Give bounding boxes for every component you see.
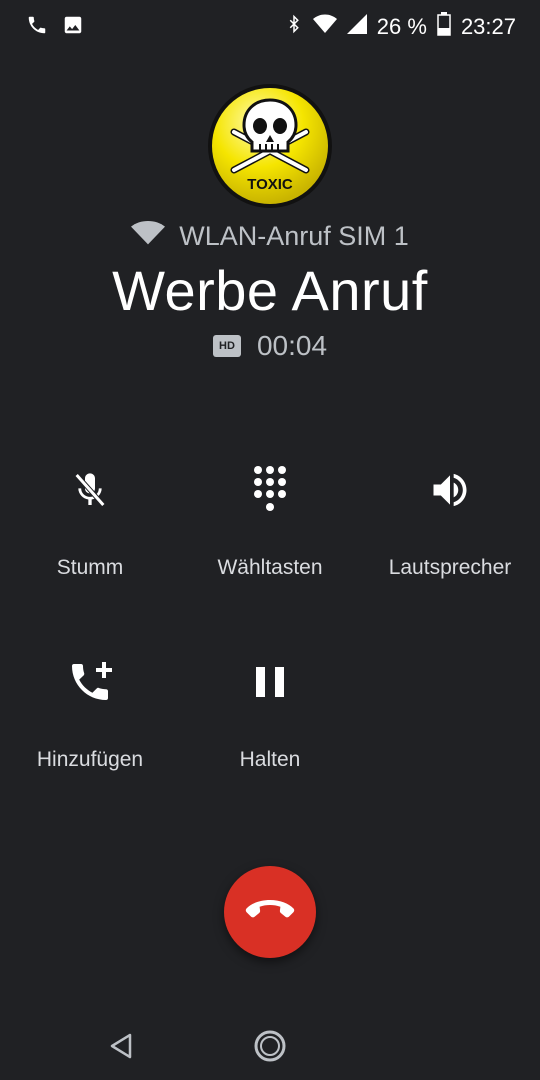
image-icon	[62, 14, 84, 41]
speaker-label: Lautsprecher	[388, 556, 512, 579]
call-network-row: WLAN-Anruf SIM 1	[0, 220, 540, 253]
avatar-label: TOXIC	[247, 176, 293, 193]
mute-label: Stumm	[56, 556, 124, 579]
home-icon[interactable]	[252, 1028, 288, 1069]
hold-label: Halten	[239, 748, 301, 771]
wifi-call-icon	[131, 220, 166, 253]
clock: 23:27	[460, 14, 516, 39]
navigation-bar	[0, 1010, 540, 1080]
back-icon[interactable]	[108, 1032, 134, 1065]
caller-name: Werbe Anruf	[112, 259, 428, 322]
speaker-button[interactable]: Lautsprecher	[360, 460, 540, 580]
mic-off-icon	[0, 460, 180, 520]
call-screen: 26 % 23:27 TOXIC WLAN-Anruf SIM 1 Werbe …	[0, 0, 540, 1080]
call-network-label: WLAN-Anruf SIM 1	[179, 221, 409, 251]
dialpad-button[interactable]: Wähltasten	[180, 460, 360, 580]
dialpad-label: Wähltasten	[217, 556, 323, 579]
add-call-icon	[0, 652, 180, 712]
speaker-icon	[360, 460, 540, 520]
battery-icon	[437, 12, 451, 42]
phone-icon	[26, 14, 48, 41]
call-timer-row: HD 00:04	[0, 330, 540, 362]
cell-signal-icon	[346, 14, 367, 40]
bluetooth-icon	[285, 12, 303, 42]
caller-avatar: TOXIC	[206, 82, 334, 210]
battery-percent: 26 %	[376, 14, 427, 39]
end-call-button[interactable]	[224, 866, 316, 958]
pause-icon	[180, 652, 360, 712]
add-call-button[interactable]: Hinzufügen	[0, 652, 180, 772]
call-duration: 00:04	[256, 330, 328, 361]
hold-button[interactable]: Halten	[180, 652, 360, 772]
status-bar: 26 % 23:27	[0, 0, 540, 54]
mute-button[interactable]: Stumm	[0, 460, 180, 580]
add-call-label: Hinzufügen	[36, 748, 144, 771]
hd-icon: HD	[212, 335, 241, 357]
hang-up-icon	[244, 898, 296, 927]
dialpad-icon	[180, 460, 360, 520]
wifi-icon	[312, 14, 337, 40]
